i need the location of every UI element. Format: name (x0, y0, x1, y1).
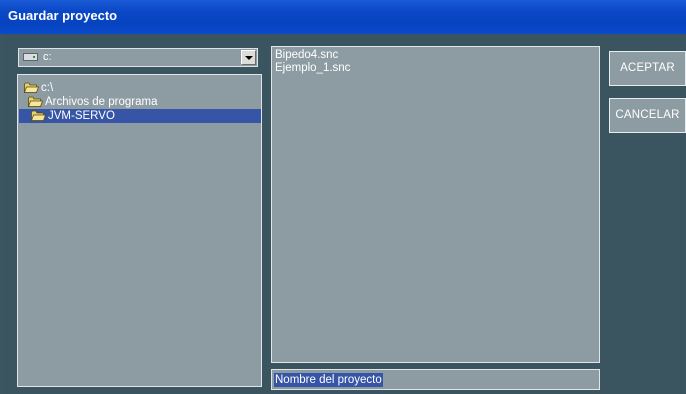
accept-button[interactable]: ACEPTAR (609, 51, 686, 86)
tree-item-program-files[interactable]: Archivos de programa (28, 95, 208, 109)
drive-icon (23, 53, 38, 61)
open-folder-icon (24, 82, 39, 93)
tree-item-label: Archivos de programa (45, 96, 158, 108)
tree-item-label: JVM-SERVO (48, 110, 115, 122)
title-bar: Guardar proyecto (0, 0, 686, 34)
drive-selector-value: c: (43, 51, 52, 63)
tree-item-label: c:\ (41, 82, 54, 94)
open-folder-icon (31, 110, 46, 121)
file-list-item[interactable]: Ejemplo_1.snc (275, 62, 350, 75)
file-list-item[interactable]: Bipedo4.snc (275, 49, 338, 62)
project-name-field[interactable]: Nombre del proyecto (271, 369, 600, 390)
tree-item-jvm-servo[interactable]: JVM-SERVO (19, 109, 261, 123)
open-folder-icon (28, 96, 43, 107)
tree-item-c-root[interactable]: c:\ (24, 81, 144, 95)
project-name-value: Nombre del proyecto (274, 373, 383, 387)
drive-selector[interactable]: c: (18, 48, 258, 67)
dropdown-arrow-button[interactable] (241, 50, 256, 65)
cancel-button[interactable]: CANCELAR (609, 98, 686, 133)
window-title: Guardar proyecto (8, 8, 118, 23)
folder-tree[interactable]: c:\ Archivos de programa JVM-SERVO (17, 74, 262, 387)
file-list[interactable]: Bipedo4.snc Ejemplo_1.snc (271, 46, 600, 363)
